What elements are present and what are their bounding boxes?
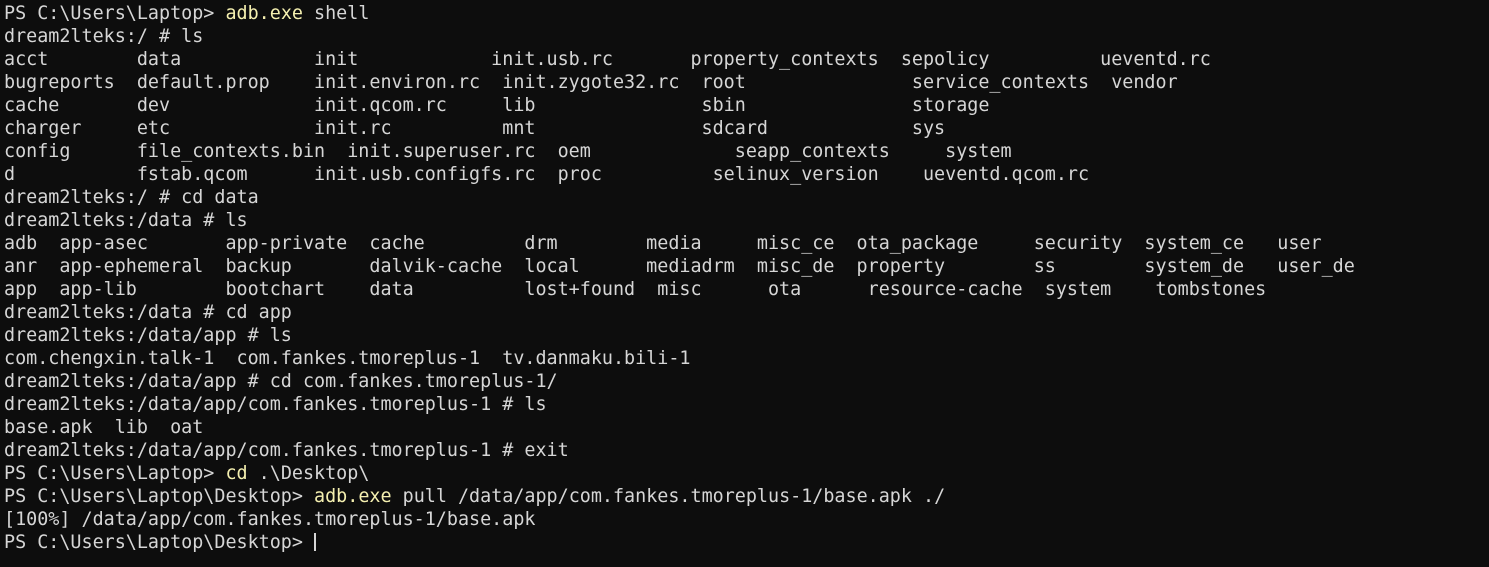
line-01-adb-shell: PS C:\Users\Laptop> adb.exe shell — [4, 2, 1489, 25]
line-06-ls-row4: charger etc init.rc mnt sdcard sys — [4, 117, 1489, 140]
terminal-text: base.apk lib oat — [4, 417, 204, 438]
line-13-data-row3: app app-lib bootchart data lost+found mi… — [4, 278, 1489, 301]
line-14-cd-app: dream2lteks:/data # cd app — [4, 301, 1489, 324]
line-11-data-row1: adb app-asec app-private cache drm media… — [4, 232, 1489, 255]
terminal-text: config file_contexts.bin init.superuser.… — [4, 141, 1012, 162]
terminal-text: dream2lteks:/ # cd data — [4, 187, 259, 208]
terminal-text: dream2lteks:/data/app # cd com.fankes.tm… — [4, 371, 558, 392]
line-03-ls-row1: acct data init init.usb.rc property_cont… — [4, 48, 1489, 71]
line-12-data-row2: anr app-ephemeral backup dalvik-cache lo… — [4, 255, 1489, 278]
command-keyword: adb.exe — [314, 486, 392, 507]
line-10-data-ls: dream2lteks:/data # ls — [4, 209, 1489, 232]
terminal-text: dream2lteks:/data/app/com.fankes.tmorepl… — [4, 440, 569, 461]
terminal-text: charger etc init.rc mnt sdcard sys — [4, 118, 946, 139]
line-20-exit: dream2lteks:/data/app/com.fankes.tmorepl… — [4, 439, 1489, 462]
line-21-cd-desktop: PS C:\Users\Laptop> cd .\Desktop\ — [4, 462, 1489, 485]
terminal-text: pull /data/app/com.fankes.tmoreplus-1/ba… — [391, 486, 946, 507]
line-16-app-list: com.chengxin.talk-1 com.fankes.tmoreplus… — [4, 347, 1489, 370]
line-04-ls-row2: bugreports default.prop init.environ.rc … — [4, 71, 1489, 94]
terminal-text: dream2lteks:/data/app # ls — [4, 325, 292, 346]
terminal-text: anr app-ephemeral backup dalvik-cache lo… — [4, 256, 1355, 277]
line-18-pkg-ls: dream2lteks:/data/app/com.fankes.tmorepl… — [4, 393, 1489, 416]
terminal-text: cache dev init.qcom.rc lib sbin storage — [4, 95, 990, 116]
terminal-text: app app-lib bootchart data lost+found mi… — [4, 279, 1267, 300]
line-08-ls-row6: d fstab.qcom init.usb.configfs.rc proc s… — [4, 163, 1489, 186]
terminal-text: acct data init init.usb.rc property_cont… — [4, 49, 1211, 70]
line-23-pull-progress: [100%] /data/app/com.fankes.tmoreplus-1/… — [4, 508, 1489, 531]
terminal-screen[interactable]: PS C:\Users\Laptop> adb.exe shell dream2l… — [4, 2, 1489, 554]
terminal-text: dream2lteks:/ # ls — [4, 26, 204, 47]
line-24-final-prompt[interactable]: PS C:\Users\Laptop\Desktop> — [4, 531, 1489, 554]
line-07-ls-row5: config file_contexts.bin init.superuser.… — [4, 140, 1489, 163]
terminal-text: PS C:\Users\Laptop\Desktop> — [4, 532, 315, 553]
line-02-root-ls: dream2lteks:/ # ls — [4, 25, 1489, 48]
terminal-text: [100%] /data/app/com.fankes.tmoreplus-1/… — [4, 509, 536, 530]
line-05-ls-row3: cache dev init.qcom.rc lib sbin storage — [4, 94, 1489, 117]
terminal-text: dream2lteks:/data # cd app — [4, 302, 292, 323]
terminal-text: adb app-asec app-private cache drm media… — [4, 233, 1322, 254]
line-19-pkg-list: base.apk lib oat — [4, 416, 1489, 439]
terminal-text: bugreports default.prop init.environ.rc … — [4, 72, 1178, 93]
terminal-text: shell — [302, 3, 370, 24]
terminal-text: PS C:\Users\Laptop> — [4, 463, 226, 484]
command-keyword: adb.exe — [225, 3, 303, 24]
text-cursor — [314, 533, 317, 551]
terminal-text: PS C:\Users\Laptop\Desktop> — [4, 486, 315, 507]
terminal-text: dream2lteks:/data/app/com.fankes.tmorepl… — [4, 394, 547, 415]
terminal-text: PS C:\Users\Laptop> — [4, 3, 226, 24]
line-22-adb-pull: PS C:\Users\Laptop\Desktop> adb.exe pull… — [4, 485, 1489, 508]
command-keyword: cd — [225, 463, 248, 484]
terminal-window[interactable]: PS C:\Users\Laptop> adb.exe shell dream2l… — [0, 0, 1489, 567]
line-17-cd-pkg: dream2lteks:/data/app # cd com.fankes.tm… — [4, 370, 1489, 393]
line-15-app-ls: dream2lteks:/data/app # ls — [4, 324, 1489, 347]
terminal-text: com.chengxin.talk-1 com.fankes.tmoreplus… — [4, 348, 691, 369]
terminal-text: .\Desktop\ — [247, 463, 370, 484]
line-09-cd-data: dream2lteks:/ # cd data — [4, 186, 1489, 209]
terminal-text: dream2lteks:/data # ls — [4, 210, 248, 231]
terminal-text: d fstab.qcom init.usb.configfs.rc proc s… — [4, 164, 1090, 185]
